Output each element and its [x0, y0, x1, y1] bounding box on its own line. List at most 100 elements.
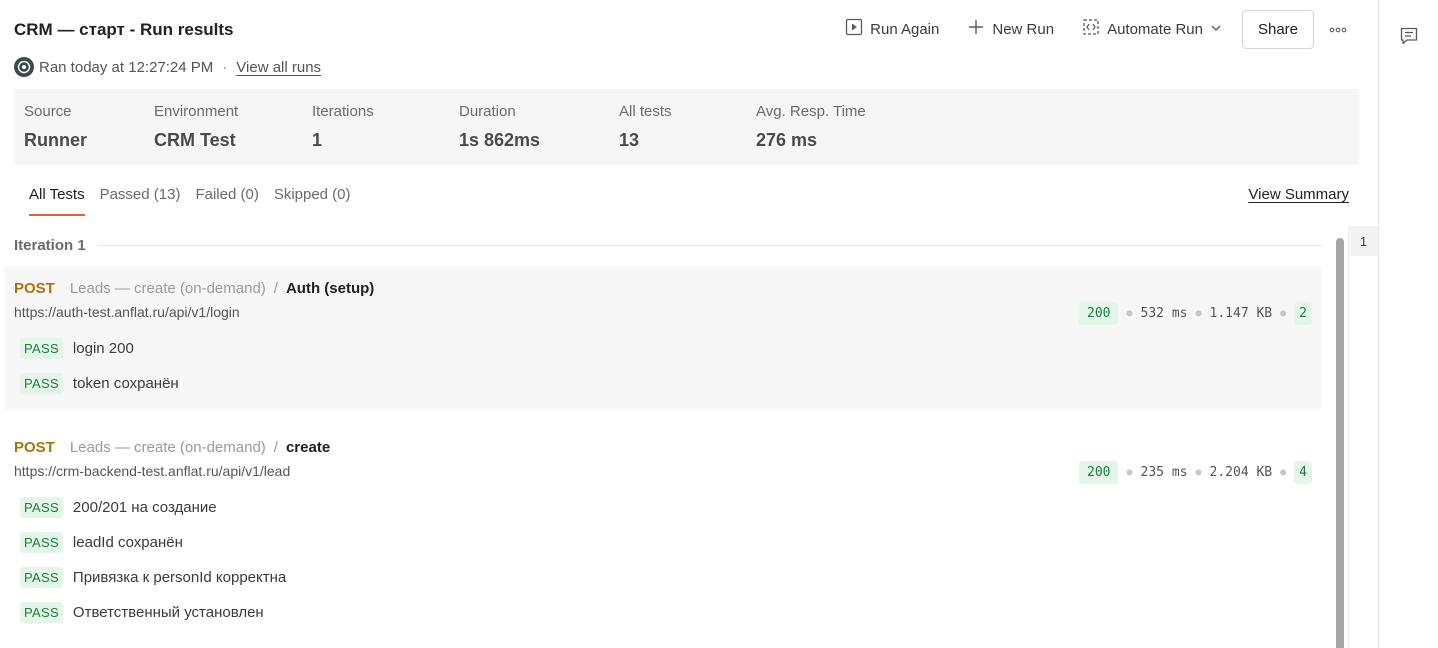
iteration-header: Iteration 1: [14, 237, 1322, 254]
pass-badge: PASS: [20, 338, 63, 359]
plus-icon: [967, 18, 985, 40]
separator-dot: ●: [1195, 467, 1202, 478]
request-name: create: [285, 439, 331, 456]
stat-value: Runner: [24, 130, 87, 150]
pass-badge: PASS: [20, 602, 63, 623]
automate-run-button[interactable]: Automate Run: [1068, 10, 1236, 48]
test-result: PASS login 200: [20, 338, 134, 359]
status-badge: 200: [1079, 461, 1119, 484]
request-method: POST: [14, 439, 55, 456]
iteration-navigator: 1: [1348, 226, 1378, 648]
stat-avg-resp-time: Avg. Resp. Time 276 ms: [756, 103, 866, 151]
request-header: POST Leads — create (on-demand) / Auth (…: [14, 280, 374, 297]
separator-dot: ●: [1195, 308, 1202, 319]
view-all-runs-link[interactable]: View all runs: [236, 59, 321, 76]
stat-duration: Duration 1s 862ms: [459, 103, 540, 151]
automate-icon: [1082, 18, 1100, 40]
toolbar: Run Again New Run Automate Run Share: [831, 9, 1358, 49]
request-result[interactable]: POST Leads — create (on-demand) / Auth (…: [4, 266, 1322, 410]
request-result[interactable]: POST Leads — create (on-demand) / create…: [4, 425, 1322, 648]
stat-iterations: Iterations 1: [312, 103, 374, 151]
run-again-label: Run Again: [870, 20, 940, 38]
response-meta: 200 ● 235 ms ● 2.204 KB ● 4: [1079, 461, 1312, 484]
tab-passed[interactable]: Passed (13): [100, 186, 181, 216]
test-result: PASS Привязка к personId корректна: [20, 567, 286, 588]
test-result: PASS Ответственный установлен: [20, 602, 264, 623]
tab-failed[interactable]: Failed (0): [195, 186, 258, 216]
response-meta: 200 ● 532 ms ● 1.147 KB ● 2: [1079, 302, 1312, 325]
request-url: https://auth-test.anflat.ru/api/v1/login: [14, 304, 240, 320]
comment-icon: [1399, 27, 1419, 50]
test-name: token сохранён: [72, 375, 179, 392]
test-name: Привязка к personId корректна: [72, 569, 287, 586]
request-collection: Leads — create (on-demand): [69, 280, 266, 297]
separator-dot: ●: [1126, 308, 1133, 319]
run-stats-bar: Source Runner Environment CRM Test Itera…: [14, 89, 1359, 165]
test-name: Ответственный установлен: [72, 604, 264, 621]
runner-avatar-icon: [14, 57, 34, 77]
stat-value: 1: [312, 130, 323, 150]
test-result: PASS token сохранён: [20, 373, 179, 394]
stat-label: All tests: [619, 103, 672, 120]
stat-label: Avg. Resp. Time: [756, 103, 866, 120]
stat-value: 276 ms: [756, 130, 818, 150]
response-time: 532 ms: [1140, 306, 1188, 321]
run-again-button[interactable]: Run Again: [831, 10, 953, 48]
pass-badge: PASS: [20, 532, 63, 553]
divider: [97, 245, 1322, 246]
pass-badge: PASS: [20, 373, 63, 394]
test-count-badge: 4: [1294, 461, 1312, 484]
play-icon: [845, 18, 863, 40]
ran-at-text: Ran today at 12:27:24 PM: [39, 58, 214, 76]
pass-badge: PASS: [20, 497, 63, 518]
separator-dot: ·: [222, 58, 228, 76]
stat-label: Source: [24, 103, 72, 120]
results-scrollbar[interactable]: [1336, 238, 1344, 648]
pass-badge: PASS: [20, 567, 63, 588]
stat-value: 1s 862ms: [459, 130, 541, 150]
chevron-down-icon: [1210, 21, 1222, 38]
stat-source: Source Runner: [24, 103, 87, 151]
share-button[interactable]: Share: [1241, 9, 1314, 49]
request-method: POST: [14, 280, 55, 297]
result-tabs: All Tests Passed (13) Failed (0) Skipped…: [29, 186, 351, 216]
automate-run-label: Automate Run: [1107, 20, 1203, 38]
stat-label: Environment: [154, 103, 239, 120]
more-icon: [1329, 20, 1347, 38]
breadcrumb-separator: /: [273, 280, 278, 297]
status-badge: 200: [1079, 302, 1119, 325]
test-name: leadId сохранён: [72, 534, 183, 551]
more-options-button[interactable]: [1318, 10, 1358, 48]
response-size: 2.204 KB: [1209, 465, 1273, 480]
iteration-nav-item[interactable]: 1: [1349, 226, 1378, 256]
comments-button[interactable]: [1399, 26, 1421, 48]
request-url: https://crm-backend-test.anflat.ru/api/v…: [14, 463, 291, 479]
test-count-badge: 2: [1294, 302, 1312, 325]
run-info: Ran today at 12:27:24 PM · View all runs: [14, 57, 321, 77]
request-name: Auth (setup): [285, 280, 375, 297]
response-size: 1.147 KB: [1209, 306, 1273, 321]
breadcrumb-separator: /: [273, 439, 278, 456]
separator-dot: ●: [1126, 467, 1133, 478]
stat-value: CRM Test: [154, 130, 236, 150]
request-header: POST Leads — create (on-demand) / create: [14, 439, 330, 456]
scrollbar-thumb[interactable]: [1336, 238, 1344, 648]
test-result: PASS leadId сохранён: [20, 532, 183, 553]
view-summary-link[interactable]: View Summary: [1248, 186, 1349, 203]
test-result: PASS 200/201 на создание: [20, 497, 217, 518]
right-sidebar: [1378, 0, 1438, 648]
stat-label: Iterations: [312, 103, 374, 120]
page-title: CRM — старт - Run results: [14, 20, 234, 39]
stat-environment: Environment CRM Test: [154, 103, 238, 151]
stat-all-tests: All tests 13: [619, 103, 672, 151]
stat-value: 13: [619, 130, 640, 150]
run-results-panel: CRM — старт - Run results Run Again New …: [0, 0, 1378, 648]
test-name: login 200: [72, 340, 134, 357]
separator-dot: ●: [1280, 467, 1287, 478]
new-run-button[interactable]: New Run: [953, 10, 1068, 48]
stat-label: Duration: [459, 103, 516, 120]
request-collection: Leads — create (on-demand): [69, 439, 266, 456]
response-time: 235 ms: [1140, 465, 1188, 480]
tab-all-tests[interactable]: All Tests: [29, 186, 85, 216]
tab-skipped[interactable]: Skipped (0): [274, 186, 351, 216]
